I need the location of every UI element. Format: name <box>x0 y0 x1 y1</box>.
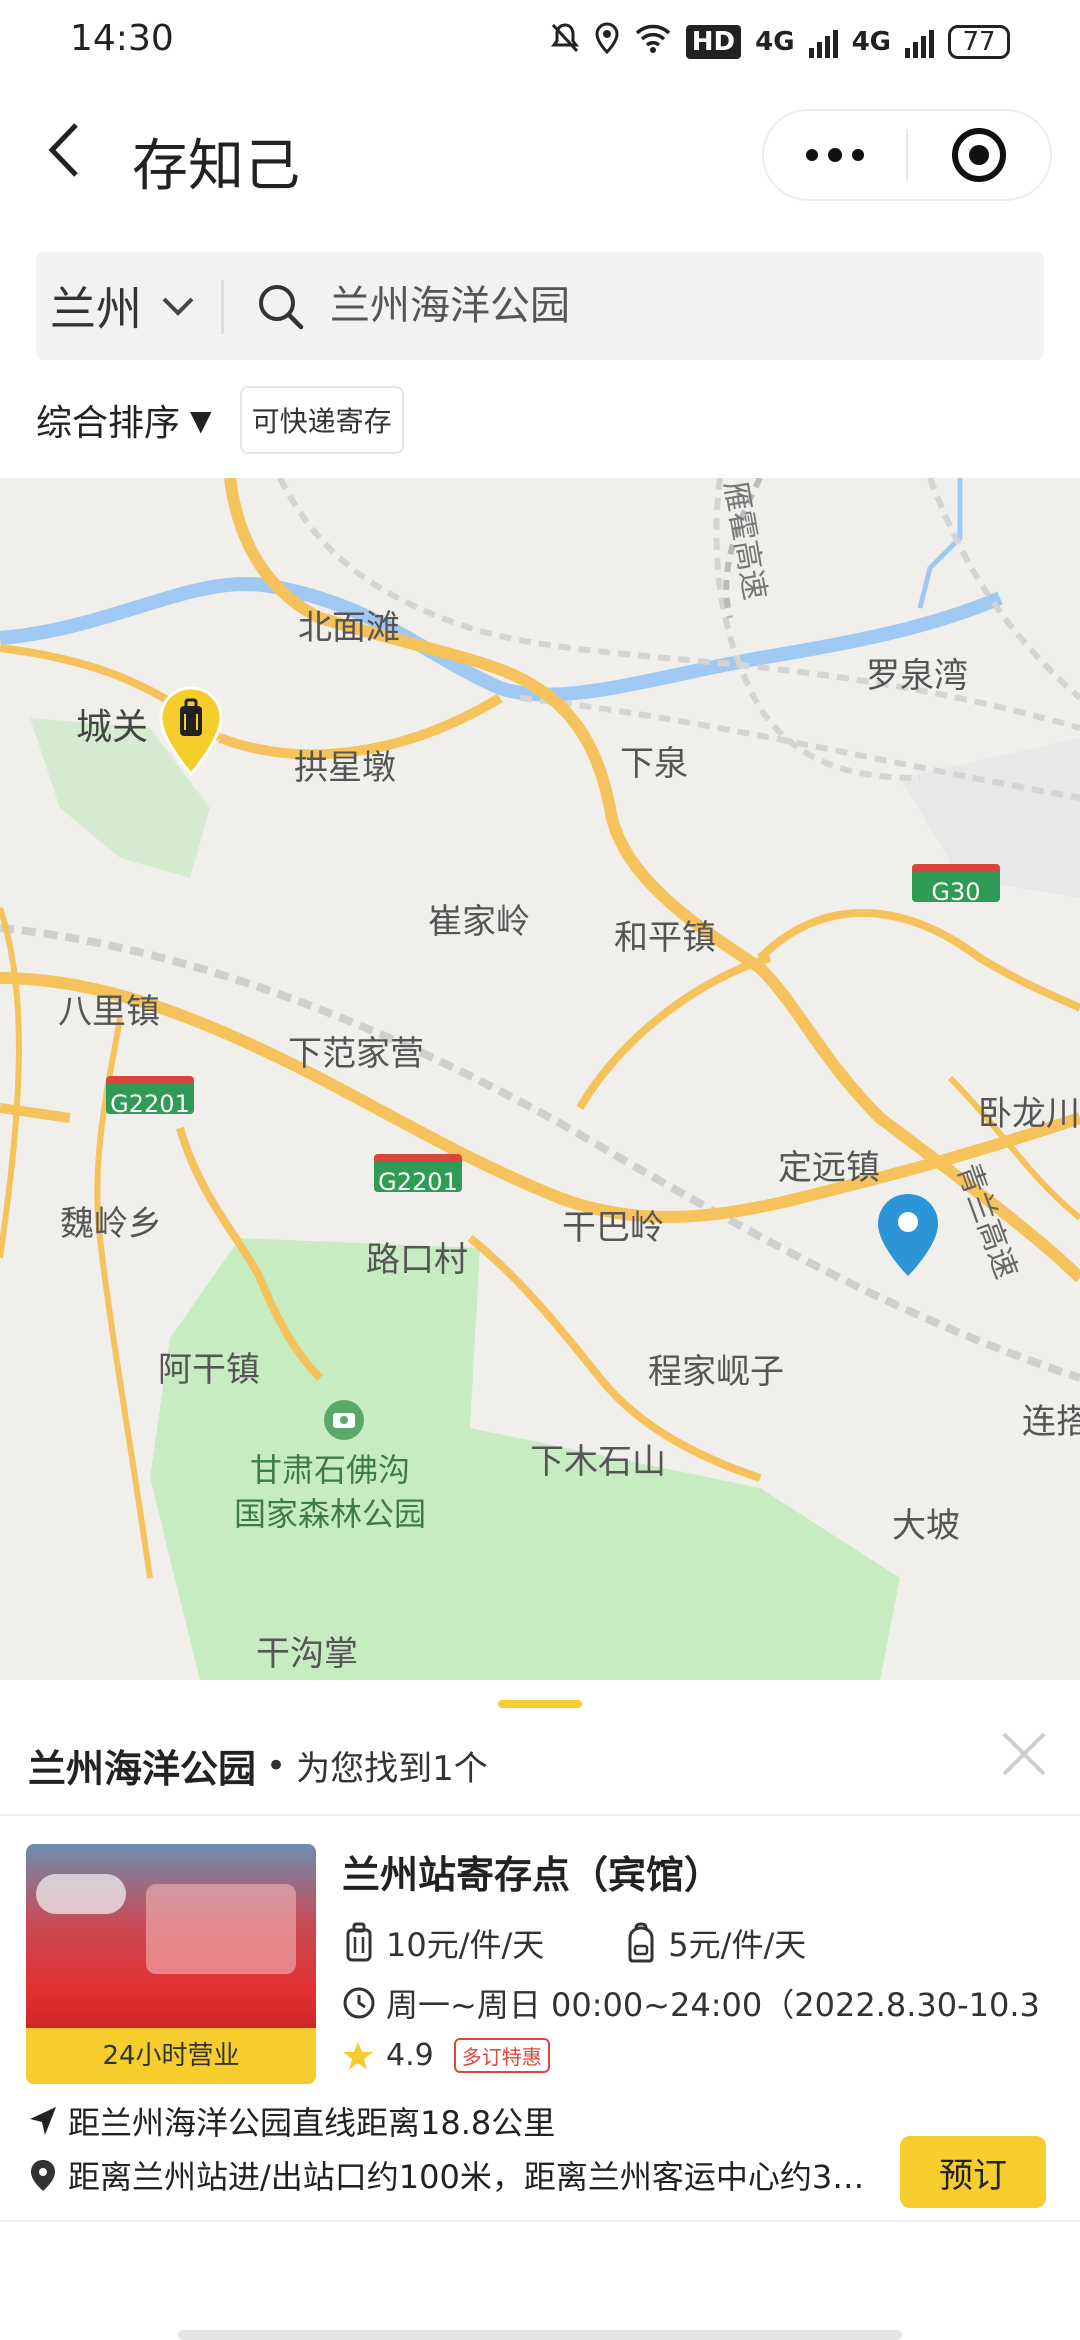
price-row: 10元/件/天 5元/件/天 <box>342 1920 806 1966</box>
suitcase-price: 10元/件/天 <box>386 1926 545 1964</box>
status-icons: HD 4G 4G 77 <box>550 22 1010 61</box>
clock-icon <box>343 1987 375 2019</box>
map-label: 下泉 <box>620 744 688 784</box>
location-status-icon <box>594 22 620 61</box>
search-bar: 兰州 <box>36 252 1044 360</box>
more-dot-icon <box>852 149 864 161</box>
home-indicator[interactable] <box>178 2330 902 2340</box>
map-label: 北面滩 <box>298 608 400 648</box>
book-button[interactable]: 预订 <box>900 2136 1046 2208</box>
destination-pin-icon[interactable] <box>876 1192 940 1278</box>
search-input[interactable] <box>330 252 1010 360</box>
battery-icon: 77 <box>948 24 1010 59</box>
hours-row: 周一~周日 00:00~24:00（2022.8.30-10.31… <box>342 1980 1042 2026</box>
park-label-line1: 甘肃石佛沟 <box>250 1451 411 1489</box>
more-dot-icon <box>806 149 818 161</box>
network-4g-1: 4G <box>755 26 795 57</box>
close-icon[interactable] <box>998 1728 1050 1780</box>
address-row: 距离兰州站进/出站口约100米，距离兰州客运中心约3… <box>28 2152 878 2198</box>
map-label: 下范家营 <box>288 1034 424 1074</box>
luggage-storage-pin[interactable] <box>158 686 224 776</box>
page-title: 存知己 <box>132 134 300 199</box>
signal-bars-icon-1 <box>808 26 838 58</box>
map-label: 城关 <box>76 707 149 748</box>
result-keyword: 兰州海洋公园 <box>28 1747 257 1791</box>
result-count: 为您找到1个 <box>296 1749 488 1789</box>
rating-row: 4.9 多订特惠 <box>342 2038 550 2073</box>
sort-label: 综合排序 <box>36 403 181 444</box>
chevron-left-icon <box>48 123 78 177</box>
map-label: 和平镇 <box>614 918 716 958</box>
results-sheet: 兰州海洋公园 • 为您找到1个 24小时营业 兰州站寄存点（宾馆） 10元/件/… <box>0 1680 1080 2340</box>
map-label: 干沟掌 <box>256 1634 358 1674</box>
park-label-line2: 国家森林公园 <box>234 1495 427 1533</box>
more-button[interactable] <box>764 111 906 199</box>
map-label: 拱星墩 <box>294 748 396 788</box>
distance-row: 距兰州海洋公园直线距离18.8公里 <box>28 2098 555 2144</box>
map-label: 定远镇 <box>778 1148 880 1188</box>
map-view[interactable]: 北面滩 城关 拱星墩 下泉 罗泉湾 崔家岭 和平镇 八里镇 下范家营 卧龙川 定… <box>0 478 1080 1680</box>
park-label: 甘肃石佛沟 国家森林公园 <box>234 1448 426 1536</box>
map-label: 路口村 <box>366 1240 468 1280</box>
storage-point-card[interactable]: 24小时营业 兰州站寄存点（宾馆） 10元/件/天 5元/件/天 周一~周日 0… <box>0 1816 1080 2228</box>
highway-shield: G2201 <box>106 1076 194 1118</box>
store-name: 兰州站寄存点（宾馆） <box>342 1853 723 1897</box>
map-label: 阿干镇 <box>158 1350 260 1390</box>
map-label: 崔家岭 <box>428 902 530 942</box>
status-time: 14:30 <box>70 18 174 59</box>
map-label: 大坡 <box>892 1506 960 1546</box>
mini-program-header: 存知己 <box>0 95 1080 215</box>
more-dot-icon <box>828 148 842 162</box>
map-label: 下木石山 <box>530 1442 666 1482</box>
search-divider <box>221 280 224 334</box>
divider <box>0 2220 1080 2222</box>
city-label: 兰州 <box>50 282 142 336</box>
capsule-menu <box>762 109 1052 201</box>
navigation-arrow-icon <box>30 2107 56 2135</box>
chevron-down-icon <box>162 297 194 316</box>
address-text: 距离兰州站进/出站口约100米，距离兰州客运中心约3… <box>68 2158 865 2196</box>
express-storage-filter[interactable]: 可快递寄存 <box>239 386 404 454</box>
business-hours: 周一~周日 00:00~24:00（2022.8.30-10.31… <box>386 1986 1042 2024</box>
map-pin-icon <box>31 2160 55 2191</box>
sheet-drag-handle[interactable] <box>498 1700 582 1708</box>
star-icon <box>343 2041 373 2070</box>
distance-text: 距兰州海洋公园直线距离18.8公里 <box>68 2104 556 2142</box>
map-label: 罗泉湾 <box>866 656 968 696</box>
map-label: 魏岭乡 <box>60 1204 162 1244</box>
network-4g-2: 4G <box>851 26 891 57</box>
target-circle-icon <box>951 128 1006 182</box>
mute-bell-icon <box>550 22 580 61</box>
wifi-icon <box>634 23 672 60</box>
hours-badge: 24小时营业 <box>26 2028 316 2084</box>
caret-down-icon: ▼ <box>190 403 212 437</box>
separator-dot: • <box>266 1745 287 1786</box>
result-header: 兰州海洋公园 • 为您找到1个 <box>28 1738 488 1793</box>
backpack-price: 5元/件/天 <box>668 1926 807 1964</box>
hd-badge: HD <box>685 24 742 59</box>
city-picker[interactable]: 兰州 <box>50 252 196 360</box>
filter-row: 综合排序 ▼ 可快递寄存 <box>36 385 404 455</box>
suitcase-icon <box>346 1922 372 1962</box>
status-bar: 14:30 HD 4G 4G 77 <box>0 0 1080 80</box>
map-label: 八里镇 <box>58 992 160 1032</box>
close-miniprogram-button[interactable] <box>908 111 1050 199</box>
map-label: 连搭 <box>1022 1402 1080 1442</box>
rating-value: 4.9 <box>386 2038 434 2073</box>
signal-bars-icon-2 <box>905 26 934 58</box>
promo-tag: 多订特惠 <box>453 2038 550 2073</box>
sort-dropdown[interactable]: 综合排序 ▼ <box>36 394 212 446</box>
map-label: 程家岘子 <box>648 1352 784 1392</box>
highway-shield: G2201 <box>374 1154 462 1196</box>
map-label: 干巴岭 <box>562 1208 664 1248</box>
search-icon <box>256 282 306 332</box>
back-button[interactable] <box>40 115 90 185</box>
highway-shield: G30 <box>912 864 1000 906</box>
backpack-icon <box>628 1922 654 1963</box>
map-label: 卧龙川 <box>978 1094 1080 1134</box>
